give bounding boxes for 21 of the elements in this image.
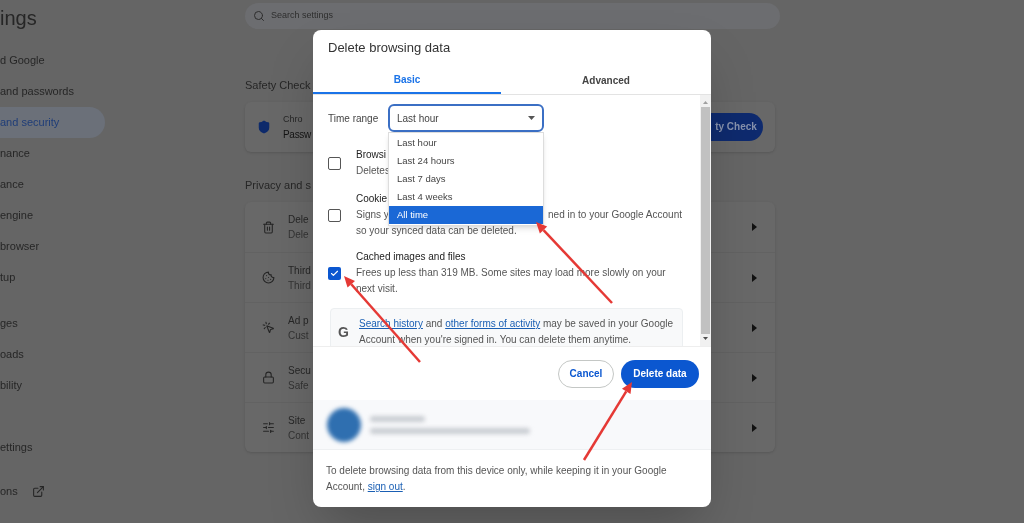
section-heading: Safety Check [245,78,311,93]
option-description: Deletes [356,164,390,178]
option-description: next visit. [356,282,398,296]
option-title: Cached images and files [356,250,466,264]
card-title: Chro [283,112,304,126]
google-icon: G [338,322,354,343]
field-label: Time range [328,111,380,126]
dialog-title: Delete browsing data [327,39,451,58]
row-title: Site [288,413,307,428]
sign-out-note: To delete browsing data from this device only, while keeping it in your Google Account, sign out. [325,464,668,494]
section-heading: Privacy and s [245,177,312,193]
row-title: Dele [288,213,309,227]
option-title: Cookie [356,192,388,206]
option-description: so your synced data can be deleted. [356,224,517,238]
page-title: ings [0,6,37,31]
option-description: ned in to your Google Account [548,208,682,222]
search-placeholder: Search settings [271,9,334,23]
option-title: Browsi [356,148,386,162]
card-subtitle: Passw [283,127,310,142]
row-title: Third [288,263,311,278]
row-title: Secu [288,363,311,378]
